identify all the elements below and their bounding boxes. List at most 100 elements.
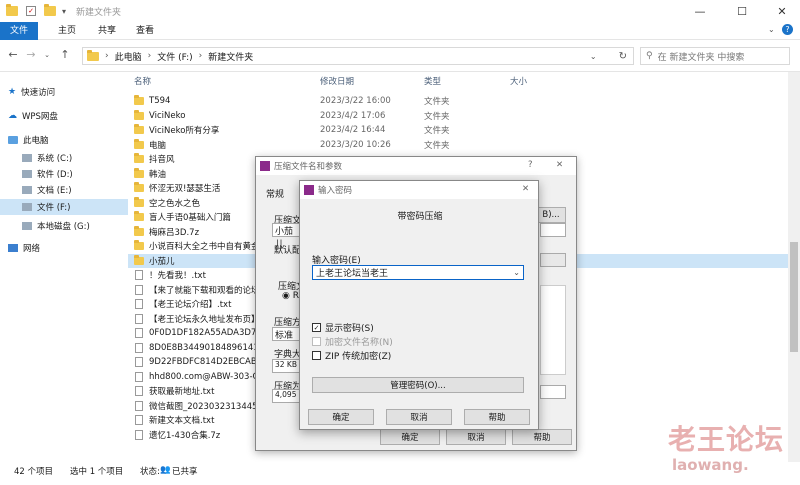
vertical-scrollbar[interactable] (788, 72, 800, 462)
file-date: 2023/3/20 10:26 (320, 139, 391, 150)
file-icon (135, 429, 143, 440)
quick-access-dropdown-icon[interactable]: ▾ (62, 7, 66, 16)
show-password-checkbox[interactable]: ✓ 显示密码(S) (312, 321, 374, 334)
folder-icon (134, 254, 144, 265)
chevron-down-icon[interactable]: ⌄ (513, 268, 520, 277)
up-icon[interactable]: ↑ (58, 48, 72, 62)
browse-button[interactable]: B)... (536, 207, 566, 223)
split-input[interactable]: 4,095 (272, 389, 302, 403)
breadcrumb-separator-icon: › (105, 51, 109, 61)
sidebar-item-this-pc[interactable]: 此电脑 (0, 132, 128, 148)
sidebar-item-drive-e[interactable]: 文档 (E:) (0, 182, 128, 198)
folder-icon (134, 153, 144, 164)
forward-icon[interactable]: → (24, 48, 38, 62)
folder-icon (134, 138, 144, 149)
password-cancel-button[interactable]: 取消 (386, 409, 452, 425)
archive-dialog-titlebar[interactable]: 压缩文件名和参数 ? ✕ (256, 157, 576, 175)
drive-icon (22, 186, 32, 194)
show-password-label: 显示密码(S) (325, 324, 374, 334)
file-name: ViciNeko (149, 110, 186, 121)
breadcrumb-drive-f[interactable]: 文件 (F:) (157, 50, 192, 63)
file-icon (135, 299, 143, 310)
label-profile: 默认配 (274, 246, 302, 256)
breadcrumb-separator-icon: › (198, 51, 203, 61)
breadcrumb-current-folder[interactable]: 新建文件夹 (208, 50, 253, 63)
sidebar-item-drive-f[interactable]: 文件 (F:) (0, 199, 128, 215)
sidebar-item-drive-c[interactable]: 系统 (C:) (0, 150, 128, 166)
sidebar-item-network[interactable]: 网络 (0, 240, 128, 256)
column-header-date[interactable]: 修改日期 (320, 74, 354, 90)
new-folder-icon[interactable] (44, 4, 56, 16)
password-ok-button[interactable]: 确定 (308, 409, 374, 425)
properties-icon[interactable]: ✓ (26, 6, 36, 16)
tab-general[interactable]: 常规 (266, 187, 284, 200)
drive-icon (22, 170, 32, 178)
maximize-button[interactable]: ☐ (722, 0, 762, 22)
sidebar-item-drive-d[interactable]: 软件 (D:) (0, 166, 128, 182)
address-bar[interactable]: › 此电脑 › 文件 (F:) › 新建文件夹 ⌄ ↻ (82, 47, 634, 65)
archive-cancel-button[interactable]: 取消 (446, 429, 506, 445)
zip-legacy-label: ZIP 传统加密(Z) (325, 352, 392, 362)
tab-home[interactable]: 主页 (52, 22, 82, 40)
table-row[interactable]: ViciNeko所有分享 2023/4/2 16:44 文件夹 (128, 123, 788, 138)
help-icon[interactable]: ? (782, 24, 793, 35)
split-unit-select[interactable] (540, 385, 566, 399)
encrypt-names-label: 加密文件名称(N) (325, 338, 393, 348)
file-type: 文件夹 (424, 140, 450, 151)
tab-file[interactable]: 文件 (0, 22, 38, 40)
encrypt-names-checkbox[interactable]: 加密文件名称(N) (312, 335, 393, 348)
item-count: 42 个项目 (14, 467, 54, 477)
tab-view[interactable]: 查看 (130, 22, 160, 40)
folder-icon (134, 240, 144, 251)
scrollbar-thumb[interactable] (790, 242, 798, 352)
file-icon (135, 328, 143, 339)
help-icon[interactable]: ? (528, 160, 533, 170)
refresh-icon[interactable]: ↻ (619, 51, 627, 62)
column-header-name[interactable]: 名称 (134, 74, 151, 90)
column-header-size[interactable]: 大小 (510, 74, 527, 90)
sidebar-item-drive-g[interactable]: 本地磁盘 (G:) (0, 218, 128, 234)
close-icon[interactable]: ✕ (556, 160, 563, 170)
address-dropdown-icon[interactable]: ⌄ (590, 52, 597, 61)
password-dialog: 输入密码 ✕ 带密码压缩 输入密码(E) 上老王论坛当老王 ⌄ ✓ 显示密码(S… (299, 180, 539, 430)
sidebar-item-quick-access[interactable]: ★ 快速访问 (0, 84, 128, 100)
password-dialog-titlebar[interactable]: 输入密码 ✕ (300, 181, 538, 199)
recent-dropdown-icon[interactable]: ⌄ (40, 48, 54, 62)
checkbox-icon (312, 337, 321, 346)
archive-help-button[interactable]: 帮助 (512, 429, 572, 445)
table-row[interactable]: ViciNeko 2023/4/2 17:06 文件夹 (128, 109, 788, 124)
ribbon-expand-icon[interactable]: ⌄ (768, 25, 775, 34)
password-heading: 带密码压缩 (397, 212, 443, 222)
breadcrumb-this-pc[interactable]: 此电脑 (115, 50, 142, 63)
table-row[interactable]: T594 2023/3/22 16:00 文件夹 (128, 94, 788, 109)
sidebar-item-label: 此电脑 (23, 136, 49, 146)
method-select[interactable]: 标准 (272, 327, 302, 341)
sidebar-item-label: 文件 (F:) (37, 203, 71, 213)
folder-icon (134, 109, 144, 120)
password-help-button[interactable]: 帮助 (464, 409, 530, 425)
dictionary-select[interactable]: 32 KB (272, 359, 302, 373)
zip-legacy-checkbox[interactable]: ZIP 传统加密(Z) (312, 349, 391, 362)
watermark-cn: 老王论坛 (668, 423, 785, 456)
manage-passwords-button[interactable]: 管理密码(O)... (312, 377, 524, 393)
password-input[interactable]: 上老王论坛当老王 ⌄ (312, 265, 524, 280)
drive-icon (22, 203, 32, 211)
close-icon[interactable]: ✕ (522, 184, 529, 194)
search-input[interactable]: ⚲ 在 新建文件夹 中搜索 (640, 47, 790, 65)
archive-name-input[interactable]: 小茄儿 (272, 223, 302, 250)
column-header-type[interactable]: 类型 (424, 74, 441, 90)
sidebar-item-label: WPS网盘 (22, 112, 58, 122)
back-icon[interactable]: ← (6, 48, 20, 62)
minimize-button[interactable]: — (680, 0, 720, 22)
close-button[interactable]: ✕ (762, 0, 800, 22)
tab-share[interactable]: 共享 (92, 22, 122, 40)
update-mode-select[interactable] (540, 223, 566, 237)
file-date: 2023/4/2 16:44 (320, 125, 386, 136)
sidebar-item-wps-cloud[interactable]: ☁ WPS网盘 (0, 108, 128, 124)
file-icon (135, 270, 143, 281)
sidebar-item-label: 软件 (D:) (37, 170, 73, 180)
profile-select[interactable] (540, 253, 566, 267)
archive-ok-button[interactable]: 确定 (380, 429, 440, 445)
address-row: ← → ⌄ ↑ › 此电脑 › 文件 (F:) › 新建文件夹 ⌄ ↻ ⚲ 在 … (0, 40, 800, 72)
table-row[interactable]: 电脑 2023/3/20 10:26 文件夹 (128, 138, 788, 153)
